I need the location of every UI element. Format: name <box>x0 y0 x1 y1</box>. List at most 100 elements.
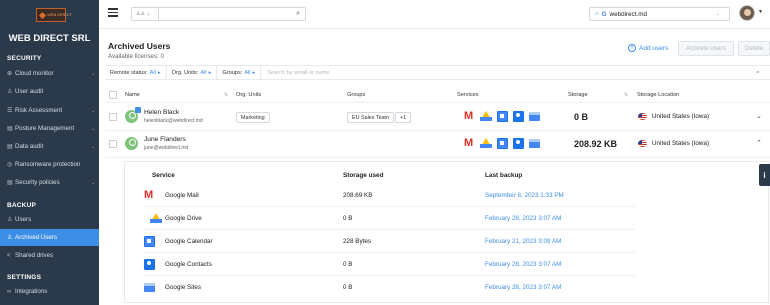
person-icon: ♙ <box>7 89 13 95</box>
chevron-down-icon: ⌄ <box>91 179 96 186</box>
column-storage-location: Storage Location <box>637 92 680 98</box>
column-storage[interactable]: Storage <box>568 92 588 98</box>
main-content: Archived Users Available licenses: 0 + Ad… <box>99 29 770 305</box>
sidebar-item-shared-drives[interactable]: < Shared drives <box>0 247 99 264</box>
user-email: june@webdirect.md <box>144 145 189 151</box>
sidebar-item-cloud-monitor[interactable]: ⊕ Cloud monitor ⌄ <box>0 65 99 82</box>
chevron-down-icon[interactable]: ⌄ <box>756 112 762 120</box>
user-search-input[interactable]: Search by email or name <box>261 70 756 76</box>
search-scope-dropdown[interactable]: ♙♙ ⌄ <box>131 7 159 21</box>
chevron-down-icon: ⌄ <box>91 143 96 150</box>
gmail-icon <box>464 110 475 122</box>
sidebar-item-archived-users[interactable]: ♙ Archived Users <box>0 229 99 246</box>
search-icon[interactable]: ⌕ <box>756 69 770 77</box>
last-backup-link[interactable]: September 8, 2023 1:33 PM <box>485 192 564 199</box>
sidebar-item-risk-assessment[interactable]: ☰ Risk Assessment ⌄ <box>0 102 99 119</box>
sidebar-item-users[interactable]: ♙ Users <box>0 211 99 228</box>
group-tag: EU Sales Team <box>347 112 395 123</box>
user-avatar[interactable] <box>739 5 755 21</box>
chevron-up-icon[interactable]: ⌃ <box>756 139 762 147</box>
contacts-icon <box>513 138 524 149</box>
sort-icon[interactable]: ⇅ <box>624 92 628 98</box>
sidebar-item-data-audit[interactable]: ▤ Data audit ⌄ <box>0 138 99 155</box>
chevron-down-icon: ⌄ <box>91 125 96 132</box>
groups-filter[interactable]: Groups: All ▸ <box>217 65 262 80</box>
people-icon: ♙♙ <box>136 11 145 17</box>
gmail-icon <box>464 137 475 149</box>
sidebar-item-integrations[interactable]: ∞ Integrations <box>0 283 99 300</box>
caret-right-icon: ▸ <box>208 69 212 76</box>
table-row[interactable]: June Flanders june@webdirect.md 208.92 K… <box>105 131 770 158</box>
column-name[interactable]: Name <box>125 92 140 98</box>
row-checkbox[interactable] <box>109 113 117 121</box>
available-licenses: Available licenses: 0 <box>108 53 164 60</box>
sidebar-item-user-audit[interactable]: ♙ User audit <box>0 83 99 100</box>
column-groups: Groups <box>347 92 366 98</box>
top-bar: ♙♙ ⌄ ⌕ ⌂ G webdirect.md ⌄ ▼ <box>99 0 770 29</box>
last-backup-link[interactable]: February 28, 2023 3:07 AM <box>485 261 561 268</box>
calendar-icon <box>144 236 155 247</box>
hamburger-menu-icon[interactable] <box>108 8 118 17</box>
shield-icon: ◎ <box>7 162 13 168</box>
sites-icon <box>144 283 155 292</box>
info-side-tab[interactable]: i <box>759 164 770 186</box>
sidebar-item-posture-management[interactable]: ▤ Posture Management ⌄ <box>0 120 99 137</box>
sidebar-item-ransomware-protection[interactable]: ◎ Ransomware protection <box>0 156 99 173</box>
table-row[interactable]: Helen Black helenblack@webdirect.md Mark… <box>105 104 770 131</box>
storage-location: United States (Iowa) <box>638 140 709 147</box>
org-units-filter[interactable]: Org. Units: All ▸ <box>167 65 218 80</box>
user-name: Helen Black <box>144 109 180 116</box>
services-detail-panel: Service Storage used Last backup Google … <box>124 161 769 303</box>
row-checkbox[interactable] <box>109 140 117 148</box>
table-header: Name ⇅ Org. Units Groups Services Storag… <box>105 87 770 103</box>
detail-row: Google Contacts 0 B February 28, 2023 3:… <box>144 253 635 276</box>
globe-icon: ⊕ <box>7 71 13 77</box>
share-icon: < <box>7 252 11 259</box>
global-search-input[interactable]: ⌕ <box>158 7 306 21</box>
info-icon: i <box>763 170 766 180</box>
drive-icon <box>150 213 162 223</box>
section-title-security: SECURITY <box>7 55 42 62</box>
caret-right-icon: ▸ <box>252 69 256 76</box>
org-name: WEB DIRECT SRL <box>8 33 91 44</box>
company-logo[interactable]: WEB DIRECT <box>36 8 72 22</box>
select-all-checkbox[interactable] <box>109 91 117 99</box>
policy-icon: ▤ <box>7 180 13 186</box>
column-org-units: Org. Units <box>236 92 262 98</box>
last-backup-link[interactable]: February 28, 2023 3:07 AM <box>485 284 561 291</box>
caret-down-icon[interactable]: ▼ <box>758 9 763 15</box>
delete-button[interactable]: Delete <box>738 41 770 56</box>
section-title-backup: BACKUP <box>7 202 37 209</box>
user-name: June Flanders <box>144 136 186 143</box>
detail-row: Google Drive 0 B February 28, 2023 3:07 … <box>144 207 635 230</box>
services-icons <box>464 137 540 149</box>
filter-bar: Remote status: All ▸ Org. Units: All ▸ Group… <box>105 65 770 80</box>
archived-users-icon: ♙ <box>7 235 13 241</box>
activate-users-button[interactable]: Activate users <box>678 41 734 56</box>
org-unit-tag: Marketing <box>236 112 270 123</box>
contacts-icon <box>144 259 155 270</box>
avatar <box>125 107 141 123</box>
sort-icon[interactable]: ⇅ <box>224 92 228 98</box>
detail-row: Google Mail 208.69 KB September 8, 2023 … <box>144 184 635 207</box>
domain-label: webdirect.md <box>609 10 647 18</box>
domain-selector[interactable]: ⌂ G webdirect.md ⌄ <box>589 7 730 21</box>
more-groups-tag[interactable]: +1 <box>395 112 412 123</box>
sidebar-item-security-policies[interactable]: ▤ Security policies ⌄ <box>0 174 99 191</box>
google-icon: G <box>601 10 607 18</box>
detail-header-storage: Storage used <box>343 172 384 179</box>
section-title-settings: SETTINGS <box>7 274 42 281</box>
last-backup-link[interactable]: February 21, 2023 3:09 AM <box>485 238 561 245</box>
sites-icon <box>529 112 540 121</box>
sidebar: WEB DIRECT WEB DIRECT SRL SECURITY ⊕ Clou… <box>0 0 99 305</box>
add-users-button[interactable]: + Add users <box>628 44 668 52</box>
user-email: helenblack@webdirect.md <box>144 118 203 124</box>
remote-status-filter[interactable]: Remote status: All ▸ <box>105 65 167 80</box>
plus-circle-icon: + <box>628 44 636 52</box>
chevron-down-icon: ⌄ <box>146 11 151 17</box>
list-icon: ☰ <box>7 108 13 114</box>
sites-icon <box>529 139 540 148</box>
last-backup-link[interactable]: February 28, 2023 3:07 AM <box>485 215 561 222</box>
us-flag-icon <box>638 113 647 120</box>
page-title: Archived Users <box>108 41 171 51</box>
